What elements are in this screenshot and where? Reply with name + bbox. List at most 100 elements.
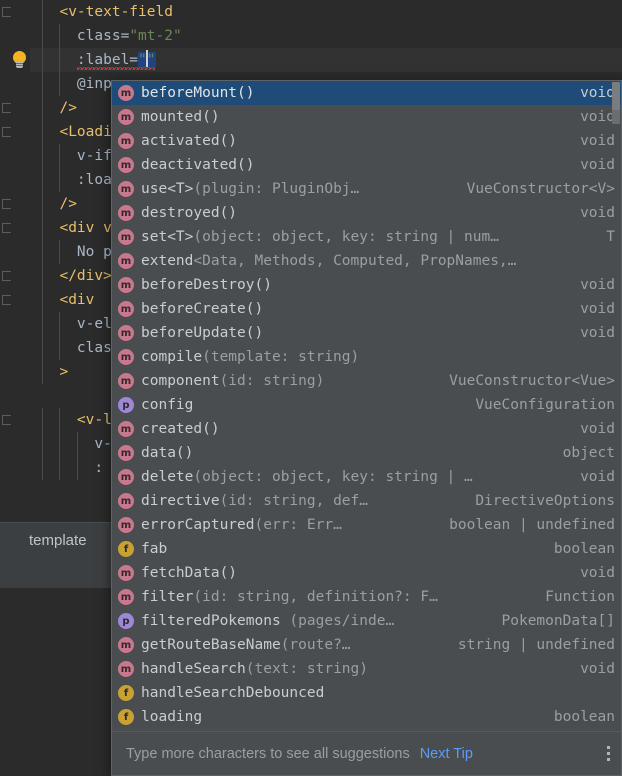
completion-item-type: void — [580, 469, 615, 485]
indent-guide — [42, 48, 43, 72]
completion-item[interactable]: m activated() void — [112, 129, 621, 153]
completion-item-label: set<T>(object: object, key: string | num… — [141, 229, 499, 245]
code-fold-marker[interactable] — [2, 415, 11, 425]
completion-item-type: void — [580, 421, 615, 437]
code-fold-marker[interactable] — [2, 127, 11, 137]
completion-item[interactable]: m beforeCreate() void — [112, 297, 621, 321]
completion-hint-text: Type more characters to see all suggesti… — [126, 745, 410, 762]
completion-item[interactable]: m handleSearch(text: string) void — [112, 657, 621, 681]
code-fold-marker[interactable] — [2, 103, 11, 113]
completion-item[interactable]: m getRouteBaseName(route?… string | undefi… — [112, 633, 621, 657]
completion-item-type: string | undefined — [457, 637, 615, 653]
completion-item[interactable]: m errorCaptured(err: Err… boolean | undefi… — [112, 513, 621, 537]
completion-item-label: use<T>(plugin: PluginObj… — [141, 181, 360, 197]
field-icon: f — [118, 685, 134, 701]
completion-item-label: loading — [141, 709, 203, 725]
completion-item[interactable]: f fab boolean — [112, 537, 621, 561]
completion-item[interactable]: f loading boolean — [112, 705, 621, 727]
string-literal-selected[interactable]: "" — [138, 50, 156, 68]
method-icon: m — [118, 301, 134, 317]
method-icon: m — [118, 253, 134, 269]
completion-item[interactable]: m component(id: string) VueConstructor<Vue… — [112, 369, 621, 393]
completion-item-type: void — [580, 85, 615, 101]
code-fold-marker[interactable] — [2, 199, 11, 209]
error-squiggle — [76, 67, 156, 70]
code-token: > — [59, 364, 69, 380]
next-tip-link[interactable]: Next Tip — [420, 746, 473, 762]
completion-item[interactable]: m set<T>(object: object, key: string | nu… — [112, 225, 621, 249]
method-icon: m — [118, 349, 134, 365]
completion-item[interactable]: m beforeDestroy() void — [112, 273, 621, 297]
completion-item[interactable]: m beforeMount() void — [112, 81, 621, 105]
completion-item-label: beforeDestroy() — [141, 277, 272, 293]
completion-scrollbar-thumb[interactable] — [612, 82, 620, 110]
indent-guide — [76, 456, 78, 480]
indent-guide — [59, 408, 61, 432]
completion-item[interactable]: f handleSearchDebounced — [112, 681, 621, 705]
completion-scrollbar-thumb-secondary[interactable] — [612, 110, 620, 124]
indent-guide — [42, 240, 43, 264]
code-completion-popup[interactable]: m beforeMount() void m mounted() void m activat… — [111, 80, 622, 776]
completion-item[interactable]: m compile(template: string) — [112, 345, 621, 369]
completion-item-type: void — [580, 565, 615, 581]
indent-guide — [59, 336, 61, 360]
completion-item-label: delete(object: object, key: string | … — [141, 469, 473, 485]
completion-item[interactable]: m delete(object: object, key: string | … v… — [112, 465, 621, 489]
code-line[interactable]: :label="" — [30, 48, 622, 72]
completion-item[interactable]: m mounted() void — [112, 105, 621, 129]
completion-item-type: boolean — [553, 541, 615, 557]
completion-item[interactable]: m data() object — [112, 441, 621, 465]
kebab-menu-icon[interactable] — [599, 742, 617, 766]
code-fold-marker[interactable] — [2, 7, 11, 17]
code-token: class= — [76, 28, 130, 44]
method-icon: m — [118, 373, 134, 389]
completion-item[interactable]: p filteredPokemons (pages/inde… PokemonDat… — [112, 609, 621, 633]
completion-item[interactable]: m use<T>(plugin: PluginObj… VueConstructor… — [112, 177, 621, 201]
completion-item-type: Function — [545, 589, 615, 605]
completion-item[interactable]: m destroyed() void — [112, 201, 621, 225]
indent-guide — [42, 96, 43, 120]
completion-item-type: void — [580, 133, 615, 149]
completion-item[interactable]: m deactivated() void — [112, 153, 621, 177]
completion-item-type: object — [562, 445, 615, 461]
completion-item[interactable]: m extend<Data, Methods, Computed, PropNam… — [112, 249, 621, 273]
method-icon: m — [118, 133, 134, 149]
code-token: <v-text-field — [59, 4, 173, 20]
completion-list[interactable]: m beforeMount() void m mounted() void m activat… — [112, 81, 621, 727]
completion-item-label: beforeCreate() — [141, 301, 264, 317]
code-fold-marker[interactable] — [2, 295, 11, 305]
completion-item-label: extend<Data, Methods, Computed, PropName… — [141, 253, 517, 269]
completion-item[interactable]: m beforeUpdate() void — [112, 321, 621, 345]
breadcrumb-item-template[interactable]: template — [0, 532, 87, 549]
lightbulb-icon[interactable] — [11, 51, 28, 69]
completion-item-label: errorCaptured(err: Err… — [141, 517, 342, 533]
completion-item[interactable]: m fetchData() void — [112, 561, 621, 585]
indent-guide — [42, 264, 43, 288]
completion-item[interactable]: p config VueConfiguration — [112, 393, 621, 417]
completion-item[interactable]: m directive(id: string, def… DirectiveOpti… — [112, 489, 621, 513]
method-icon: m — [118, 589, 134, 605]
completion-item-type: void — [580, 157, 615, 173]
indent-guide — [42, 312, 43, 336]
code-line[interactable]: <v-text-field — [30, 0, 622, 24]
code-line[interactable]: class="mt-2" — [30, 24, 622, 48]
indent-guide — [42, 456, 43, 480]
completion-item[interactable]: m filter(id: string, definition?: F… Funct… — [112, 585, 621, 609]
indent-guide — [59, 24, 61, 48]
completion-item[interactable]: m created() void — [112, 417, 621, 441]
code-fold-marker[interactable] — [2, 271, 11, 281]
method-icon: m — [118, 445, 134, 461]
completion-item-label: created() — [141, 421, 220, 437]
indent-guide — [59, 168, 61, 192]
indent-guide — [59, 432, 61, 456]
code-fold-marker[interactable] — [2, 223, 11, 233]
completion-item-label: data() — [141, 445, 194, 461]
completion-scrollbar[interactable] — [612, 81, 621, 727]
method-icon: m — [118, 277, 134, 293]
indent-guide — [42, 288, 43, 312]
indent-guide — [42, 432, 43, 456]
